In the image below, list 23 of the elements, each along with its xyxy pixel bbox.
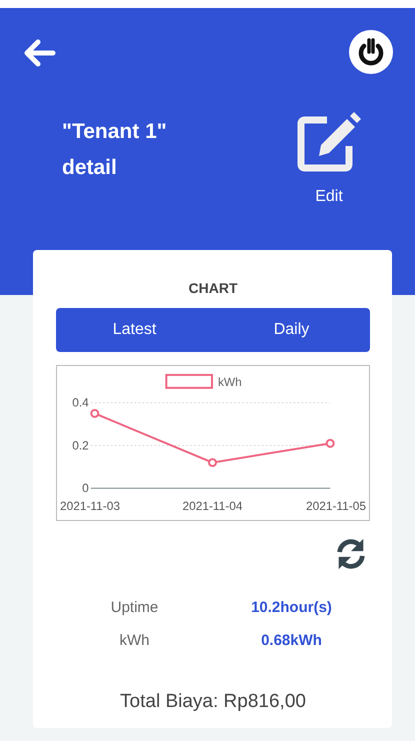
data-point [208,458,217,468]
stat-value: 0.68kWh [260,632,323,649]
data-point [326,438,335,448]
power-icon[interactable] [349,30,393,74]
x-tick-label: 2021-11-03 [60,499,120,514]
x-tick-label: 2021-11-04 [182,499,243,514]
stat-value: 10.2hour(s) [250,599,333,616]
y-tick-label: 0.2 [72,438,89,452]
chart-tab[interactable]: Latest [56,308,213,352]
total-cost: Total Biaya: Rp816,00 [119,691,307,713]
legend-swatch [165,374,213,389]
stat-label: kWh [118,632,150,649]
edit-button[interactable]: Edit [297,112,361,206]
back-arrow-icon[interactable] [24,39,56,67]
y-tick-label: 0 [82,481,89,496]
data-point [90,408,100,418]
stat-label: Uptime [110,599,160,616]
tenant-title: "Tenant 1" detail [62,119,168,181]
legend-label: kWh [218,374,242,389]
y-tick-label: 0.4 [72,396,89,410]
chart-heading: CHART [188,280,238,296]
x-tick-label: 2021-11-05 [306,499,366,514]
chart-tab[interactable]: Daily [213,308,370,352]
